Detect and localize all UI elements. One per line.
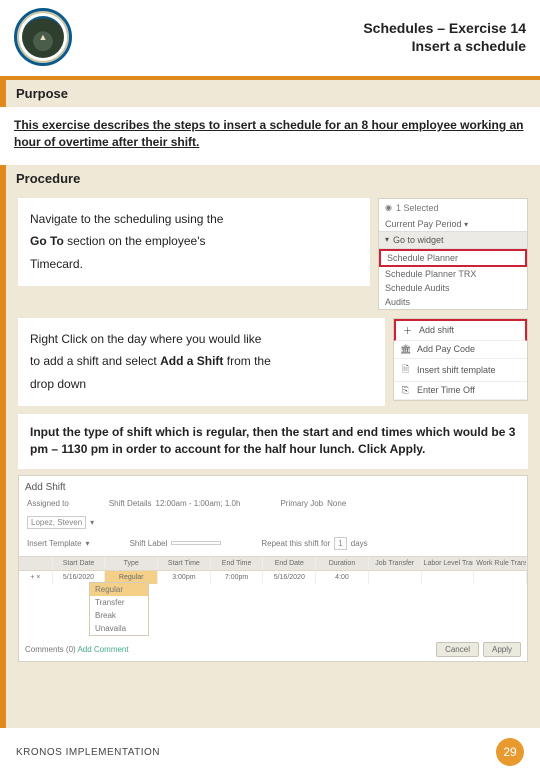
menu-add-pay-code[interactable]: 🏛 Add Pay Code — [394, 341, 527, 359]
step-2-text: Right Click on the day where you would l… — [18, 318, 385, 406]
title-line-1: Schedules – Exercise 14 — [363, 19, 526, 37]
goto-item-schedule-planner-trx[interactable]: Schedule Planner TRX — [379, 267, 527, 281]
chevron-down-icon: ▾ — [385, 235, 389, 244]
goto-item-audits[interactable]: Audits — [379, 295, 527, 309]
s2e: drop down — [30, 377, 86, 391]
footer-label: KRONOS IMPLEMENTATION — [16, 747, 160, 758]
s2c: Add a Shift — [160, 354, 223, 368]
ss1-period: Current Pay Period ▾ — [379, 217, 527, 231]
dropdown-icon: ▾ — [86, 539, 90, 548]
screenshot-add-shift-dialog: Add Shift Assigned to Shift Details 12:0… — [18, 475, 528, 662]
s1a: Navigate to the scheduling using the — [30, 212, 223, 226]
bank-icon: 🏛 — [400, 344, 411, 355]
s1b: Go To — [30, 234, 64, 248]
dialog-title: Add Shift — [19, 480, 527, 497]
primary-job-field: Primary Job None — [280, 499, 346, 508]
title-line-2: Insert a schedule — [363, 37, 526, 55]
seal-inner: ▲ — [22, 16, 64, 58]
comments-area: Comments (0) Add Comment — [25, 645, 129, 654]
shift-label-field[interactable]: Shift Label — [130, 537, 222, 550]
step-2-row: Right Click on the day where you would l… — [18, 318, 528, 406]
assigned-to-value[interactable]: Lopez, Steven ▾ — [27, 516, 94, 529]
procedure-heading: Procedure — [0, 165, 540, 188]
type-dropdown-open[interactable]: Regular Transfer Break Unavaila — [89, 582, 149, 636]
screenshot-context-menu: ＋ Add shift 🏛 Add Pay Code 🗎 Insert shif… — [393, 318, 528, 401]
ss1-selected: ◉ 1 Selected — [379, 199, 527, 217]
step-1-row: Navigate to the scheduling using the Go … — [18, 198, 528, 310]
type-option-unavailable[interactable]: Unavaila — [90, 622, 148, 635]
step-3-text: Input the type of shift which is regular… — [18, 414, 528, 469]
dropdown-icon: ▾ — [464, 220, 468, 229]
s1c: section on the employee's — [64, 234, 206, 248]
apply-button[interactable]: Apply — [483, 642, 521, 657]
template-icon: 🗎 — [400, 362, 411, 378]
plus-icon: ＋ — [402, 324, 413, 337]
step-1-text: Navigate to the scheduling using the Go … — [18, 198, 370, 286]
menu-insert-template[interactable]: 🗎 Insert shift template — [394, 359, 527, 382]
shift-details-field: Shift Details 12:00am - 1:00am; 1.0h — [109, 499, 241, 508]
insert-template-dropdown[interactable]: Insert Template ▾ — [27, 537, 90, 550]
s2a: Right Click on the day where you would l… — [30, 332, 261, 346]
goto-item-schedule-audits[interactable]: Schedule Audits — [379, 281, 527, 295]
dropdown-icon: ▾ — [90, 518, 94, 527]
menu-add-shift[interactable]: ＋ Add shift — [394, 319, 527, 341]
assigned-to-field: Assigned to — [27, 499, 69, 508]
page-number: 29 — [496, 738, 524, 766]
cancel-button[interactable]: Cancel — [436, 642, 479, 657]
screenshot-goto-widget: ◉ 1 Selected Current Pay Period ▾ ▾ Go t… — [378, 198, 528, 310]
goto-item-schedule-planner[interactable]: Schedule Planner — [379, 249, 527, 267]
person-icon: ◉ — [385, 203, 392, 212]
page-footer: KRONOS IMPLEMENTATION 29 — [0, 728, 540, 780]
purpose-text: This exercise describes the steps to ins… — [0, 107, 540, 165]
page-title: Schedules – Exercise 14 Insert a schedul… — [363, 19, 526, 55]
purpose-heading: Purpose — [0, 80, 540, 107]
type-option-regular[interactable]: Regular — [90, 583, 148, 596]
menu-enter-time-off[interactable]: ⎘ Enter Time Off — [394, 382, 527, 400]
add-comment-link[interactable]: Add Comment — [77, 645, 128, 654]
type-option-transfer[interactable]: Transfer — [90, 596, 148, 609]
procedure-body: Navigate to the scheduling using the Go … — [0, 188, 540, 728]
ct-seal-logo: ▲ — [14, 8, 72, 66]
timeoff-icon: ⎘ — [400, 385, 411, 396]
s2d: from the — [223, 354, 270, 368]
repeat-field[interactable]: Repeat this shift for 1 days — [261, 537, 367, 550]
s1d: Timecard. — [30, 257, 83, 271]
s2b: to add a shift and select — [30, 354, 160, 368]
type-option-break[interactable]: Break — [90, 609, 148, 622]
goto-widget-row[interactable]: ▾ Go to widget — [379, 231, 527, 249]
shift-table-header: Start Date Type Start Time End Time End … — [19, 556, 527, 571]
